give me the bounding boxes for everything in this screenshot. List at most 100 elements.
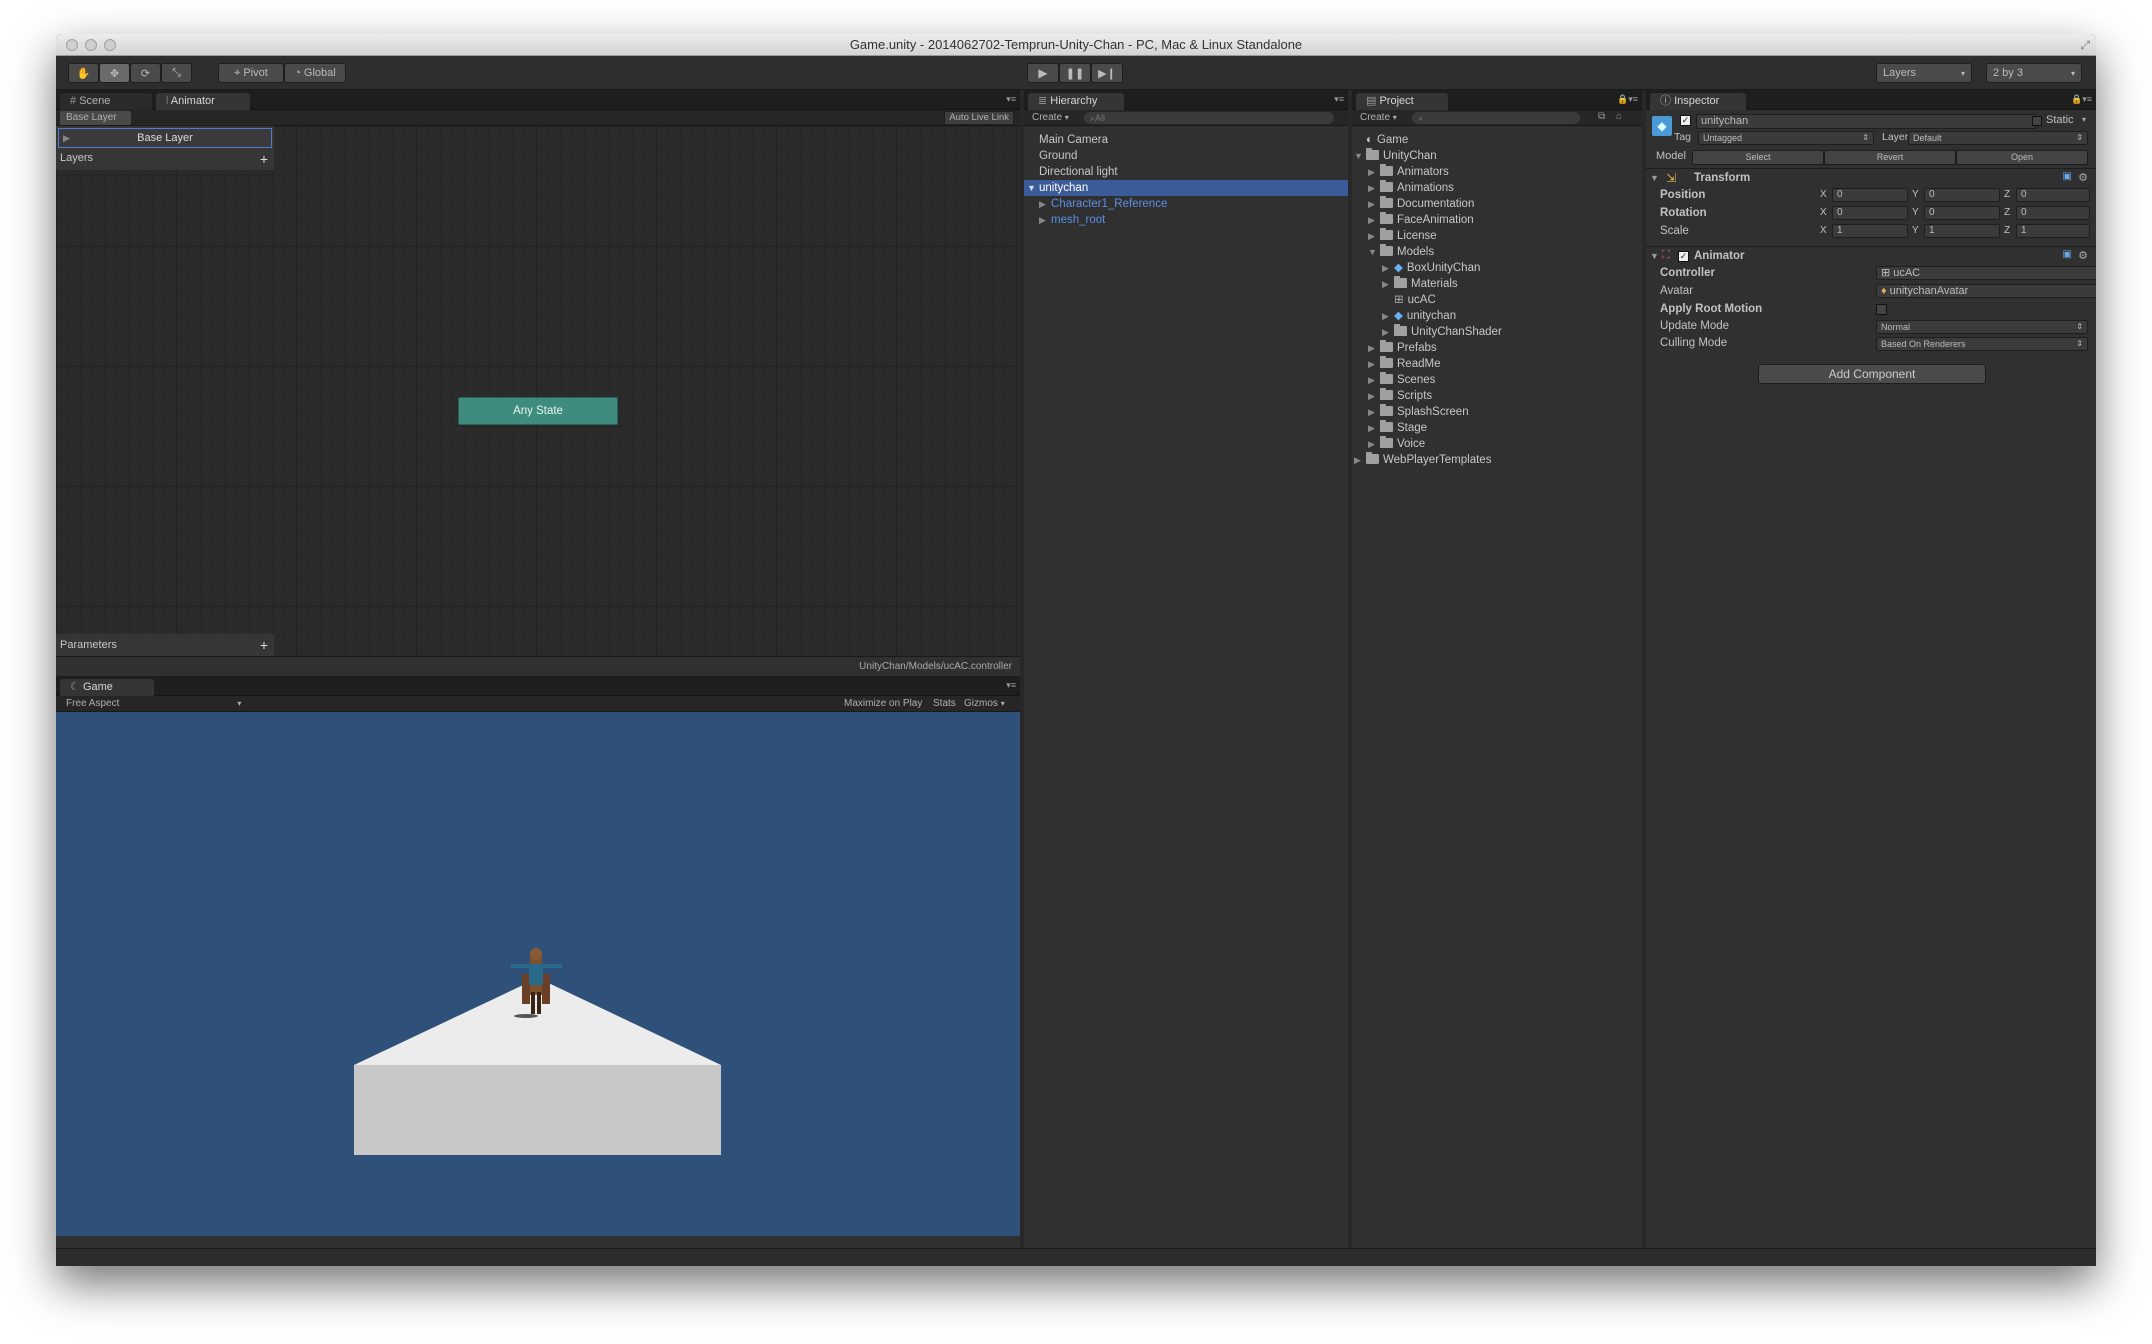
fullscreen-icon[interactable]: ⤢ [2080,34,2090,56]
model-revert-button[interactable]: Revert [1824,150,1956,165]
pause-button[interactable]: ❚❚ [1059,63,1091,83]
project-search-input[interactable]: ⌕ [1412,112,1580,124]
foldout-arrow-icon[interactable]: ▼ [1650,173,1659,183]
list-item[interactable]: ▶ FaceAnimation [1352,212,1642,228]
gear-icon[interactable]: ⚙ [2078,249,2088,262]
list-item[interactable]: ▶ Scripts [1352,388,1642,404]
add-parameter-button[interactable]: + [260,638,268,652]
position-x-field[interactable]: 0 [1832,188,1908,202]
active-checkbox[interactable]: ✓ [1680,115,1691,126]
maximize-on-play-toggle[interactable]: Maximize on Play [844,698,922,709]
list-item[interactable]: ▶ Animations [1352,180,1642,196]
rotation-x-field[interactable]: 0 [1832,206,1908,220]
list-item-selected[interactable]: ▼ unitychan [1024,180,1348,196]
tab-inspector[interactable]: ⓘ Inspector [1650,93,1746,110]
list-item[interactable]: ▶ ◆ BoxUnityChan [1352,260,1642,276]
list-item[interactable]: ▶ ◆ unitychan [1352,308,1642,324]
list-item[interactable]: ▶ Scenes [1352,372,1642,388]
scale-y-field[interactable]: 1 [1924,224,2000,238]
list-item[interactable]: Main Camera [1024,132,1348,148]
foldout-arrow-icon[interactable]: ▼ [1650,251,1659,261]
list-item[interactable]: ▶ Documentation [1352,196,1642,212]
list-item[interactable]: ▶ Stage [1352,420,1642,436]
layout-dropdown[interactable]: 2 by 3 ▾ [1986,63,2082,83]
scale-z-field[interactable]: 1 [2016,224,2090,238]
panel-menu-icon[interactable]: ▾≡ [1006,94,1016,105]
list-item[interactable]: Directional light [1024,164,1348,180]
tab-project[interactable]: ▤ Project [1356,93,1448,110]
stats-toggle[interactable]: Stats [933,698,956,709]
list-item[interactable]: ⊞ ucAC [1352,292,1642,308]
add-component-button[interactable]: Add Component [1758,364,1986,384]
layer-dropdown[interactable]: Default ⇕ [1908,131,2088,145]
scale-x-field[interactable]: 1 [1832,224,1908,238]
list-item[interactable]: ▶ Materials [1352,276,1642,292]
create-dropdown[interactable]: Create ▾ [1032,112,1069,123]
panel-menu-icon[interactable]: 🔒▾≡ [1617,94,1638,105]
filter-type-icon[interactable]: ⧉ [1598,111,1605,122]
tab-scene[interactable]: # Scene [60,93,152,110]
minimize-window-button[interactable] [85,39,97,51]
list-item[interactable]: Ground [1024,148,1348,164]
pivot-toggle[interactable]: ⌖ Pivot [218,63,284,83]
list-item[interactable]: ▶ ReadMe [1352,356,1642,372]
position-z-field[interactable]: 0 [2016,188,2090,202]
list-item[interactable]: ▼ Models [1352,244,1642,260]
tab-hierarchy[interactable]: ≣ Hierarchy [1028,93,1124,110]
rotation-z-field[interactable]: 0 [2016,206,2090,220]
culling-mode-dropdown[interactable]: Based On Renderers ⇕ [1876,337,2088,351]
hierarchy-search-input[interactable]: ⌕All [1084,112,1334,124]
list-item[interactable]: ◐ Game [1352,132,1642,148]
list-item[interactable]: ▶ Prefabs [1352,340,1642,356]
tab-animator[interactable]: ⦚ Animator [156,93,250,110]
list-item[interactable]: ▶ SplashScreen [1352,404,1642,420]
aspect-dropdown[interactable]: Free Aspect ▾ [66,698,241,709]
layers-dropdown[interactable]: Layers ▾ [1876,63,1972,83]
list-item[interactable]: ▶ WebPlayerTemplates [1352,452,1642,468]
list-item[interactable]: ▶ mesh_root [1024,212,1348,228]
list-item[interactable]: ▶ UnityChanShader [1352,324,1642,340]
list-item[interactable]: ▶ License [1352,228,1642,244]
help-icon[interactable]: ▣ [2063,171,2072,182]
list-item[interactable]: ▼ UnityChan [1352,148,1642,164]
animator-enabled-checkbox[interactable]: ✓ [1678,251,1689,262]
avatar-field[interactable]: ♦ unitychanAvatar [1876,284,2096,298]
object-name-field[interactable]: unitychan [1696,114,2036,129]
list-item[interactable]: ▶ Animators [1352,164,1642,180]
base-layer-item[interactable]: ▶ Base Layer [58,128,272,148]
create-dropdown[interactable]: Create ▾ [1360,112,1397,123]
model-select-button[interactable]: Select [1692,150,1824,165]
apply-root-motion-checkbox[interactable] [1876,304,1887,315]
add-layer-button[interactable]: + [260,152,268,166]
position-y-field[interactable]: 0 [1924,188,2000,202]
game-viewport[interactable] [56,712,1020,1236]
any-state-node[interactable]: Any State [458,397,618,425]
controller-field[interactable]: ⊞ ucAC [1876,266,2096,280]
global-toggle[interactable]: ◔ Global [284,63,346,83]
step-button[interactable]: ▶❙ [1091,63,1123,83]
zoom-window-button[interactable] [104,39,116,51]
hand-tool-button[interactable]: ✋ [68,63,99,83]
update-mode-dropdown[interactable]: Normal ⇕ [1876,320,2088,334]
gizmos-dropdown[interactable]: Gizmos ▾ [964,698,1005,709]
rotate-tool-button[interactable]: ⟳ [130,63,161,83]
list-item[interactable]: ▶ Character1_Reference [1024,196,1348,212]
filter-label-icon[interactable]: ⌂ [1616,111,1622,122]
dropdown-arrow-icon[interactable]: ▾ [2082,115,2086,124]
breadcrumb[interactable]: Base Layer [60,111,131,125]
play-button[interactable]: ▶ [1027,63,1059,83]
move-tool-button[interactable]: ✥ [99,63,130,83]
scale-tool-button[interactable]: ⤡ [161,63,192,83]
panel-menu-icon[interactable]: ▾≡ [1006,680,1016,691]
panel-menu-icon[interactable]: 🔒▾≡ [2071,94,2092,105]
close-window-button[interactable] [66,39,78,51]
model-open-button[interactable]: Open [1956,150,2088,165]
auto-live-link-button[interactable]: Auto Live Link [944,111,1014,125]
tag-dropdown[interactable]: Untagged ⇕ [1698,131,1874,145]
gear-icon[interactable]: ⚙ [2078,171,2088,184]
animator-graph[interactable]: ▶ Base Layer Layers + Any State Paramete… [56,126,1020,656]
static-checkbox[interactable] [2032,116,2042,126]
rotation-y-field[interactable]: 0 [1924,206,2000,220]
list-item[interactable]: ▶ Voice [1352,436,1642,452]
panel-menu-icon[interactable]: ▾≡ [1334,94,1344,105]
